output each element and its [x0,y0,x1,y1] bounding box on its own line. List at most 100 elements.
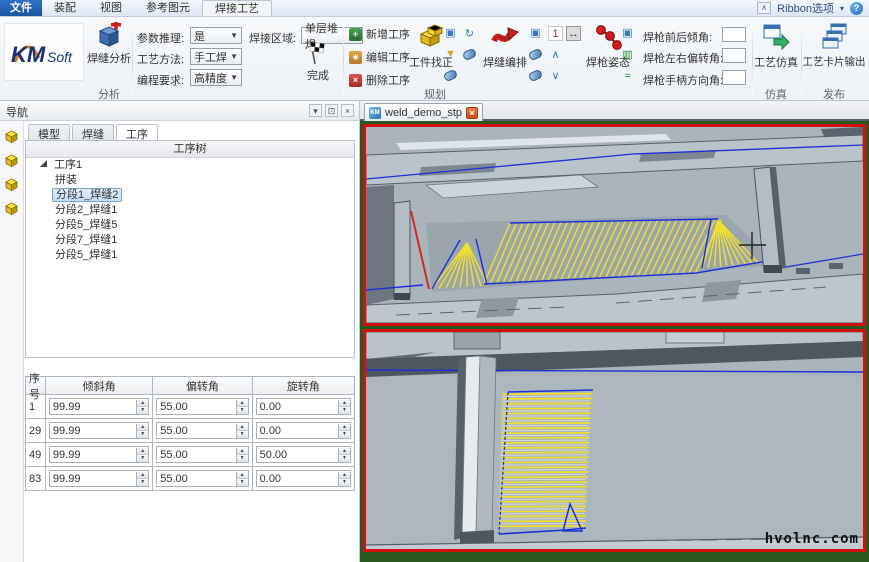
ruler-icon[interactable]: ↔ [566,26,581,41]
tree-node-3[interactable]: 分段5_焊缝5 [26,218,354,233]
nav-strip-cube-icon-0[interactable] [3,127,21,145]
weld-analysis-button[interactable]: 焊缝分析 [88,22,130,66]
menu-tab-4[interactable]: 焊接工艺 [202,0,272,16]
table-header-row: 序号倾斜角偏转角旋转角 [26,377,354,395]
nav-strip-cube-icon-3[interactable] [3,199,21,217]
spin-down-icon[interactable]: ▼ [339,479,350,486]
angle-spinbox[interactable]: 55.00 ▲▼ [156,446,248,463]
ribbon-options-caret-icon[interactable]: ▾ [840,4,844,13]
tree-node-1[interactable]: 分段1_焊缝2 [26,188,354,203]
spin-down-icon[interactable]: ▼ [237,431,248,438]
nav-strip-cube-icon-2[interactable] [3,175,21,193]
pour-icon[interactable]: ▼ [443,47,458,62]
angle-spinbox[interactable]: 0.00 ▲▼ [256,398,351,415]
angle-spinbox[interactable]: 55.00 ▲▼ [156,398,248,415]
chevron-up-icon[interactable]: ∧ [548,48,563,63]
spin-down-icon[interactable]: ▼ [137,431,148,438]
spin-down-icon[interactable]: ▼ [237,479,248,486]
spin-down-icon[interactable]: ▼ [237,407,248,414]
spin-down-icon[interactable]: ▼ [339,407,350,414]
expander-icon[interactable] [40,160,47,167]
rotate-icon[interactable]: ↻ [462,27,477,42]
weld-arrange-button[interactable]: 焊缝编排 [478,22,532,70]
spin-down-icon[interactable]: ▼ [237,455,248,462]
angle-spinbox[interactable]: 0.00 ▲▼ [256,470,351,487]
angle-spinbox[interactable]: 50.00 ▲▼ [256,446,351,463]
navigator-title: 导航 [6,107,28,119]
weld-bead-icon[interactable] [462,48,478,62]
table-row: 1 99.99 ▲▼ 55.00 ▲▼ 0.00 ▲▼ [26,395,354,419]
angle-spinbox[interactable]: 99.99 ▲▼ [49,470,149,487]
gun-angle1-input[interactable] [722,27,746,42]
snapshot-icon[interactable]: ▣ [620,26,635,41]
spin-up-icon[interactable]: ▲ [137,400,148,407]
angle-spinbox[interactable]: 55.00 ▲▼ [156,422,248,439]
gun-angle2-label: 焊枪左右偏转角: [643,50,723,66]
angle-spinbox[interactable]: 0.00 ▲▼ [256,422,351,439]
weld-bead-icon[interactable] [528,69,544,83]
finish-button[interactable]: 完成 [296,41,340,83]
document-tab[interactable]: KM weld_demo_stp × [364,103,483,121]
index-one-icon[interactable]: 1 [548,26,563,41]
ribbon-options-label[interactable]: Ribbon选项 [777,0,834,16]
panel-dropdown-icon[interactable]: ▾ [309,104,322,117]
curve-icon[interactable]: ≈ [620,69,635,84]
spin-up-icon[interactable]: ▲ [137,472,148,479]
tree-node-2[interactable]: 分段2_焊缝1 [26,203,354,218]
spin-down-icon[interactable]: ▼ [339,455,350,462]
document-close-icon[interactable]: × [466,107,478,119]
spin-up-icon[interactable]: ▲ [237,424,248,431]
program-req-combo[interactable]: 高精度▼ [190,69,242,86]
panel-close-icon[interactable]: × [341,104,354,117]
row-number: 1 [26,395,46,418]
spin-up-icon[interactable]: ▲ [137,424,148,431]
spin-up-icon[interactable]: ▲ [339,472,350,479]
spin-down-icon[interactable]: ▼ [137,455,148,462]
menu-tab-2[interactable]: 视图 [88,0,134,16]
chevron-down-icon[interactable]: ∨ [548,69,563,84]
process-method-combo[interactable]: 手工焊▼ [190,48,242,65]
angle-spinbox[interactable]: 99.99 ▲▼ [49,422,149,439]
panel-pin-icon[interactable]: ⊡ [325,104,338,117]
angle-spinbox[interactable]: 99.99 ▲▼ [49,446,149,463]
add-process-button[interactable]: + 新增工序 [349,26,410,42]
spin-up-icon[interactable]: ▲ [237,400,248,407]
edit-process-button[interactable]: ∗ 编辑工序 [349,49,410,65]
weld-path-pattern-bottom [499,394,592,527]
spin-up-icon[interactable]: ▲ [339,448,350,455]
param-inference-combo[interactable]: 是▼ [190,27,242,44]
snapshot-icon[interactable]: ▣ [528,26,543,41]
process-tree-header: 工序树 [26,141,354,158]
menu-tab-0[interactable]: 文件 [0,0,42,16]
help-icon[interactable]: ? [850,2,863,15]
viewport-top[interactable] [363,124,866,326]
spin-down-icon[interactable]: ▼ [137,479,148,486]
simulate-button[interactable]: 工艺仿真 [753,22,799,70]
spin-up-icon[interactable]: ▲ [339,424,350,431]
spin-up-icon[interactable]: ▲ [237,472,248,479]
nav-strip-cube-icon-1[interactable] [3,151,21,169]
ribbon-collapse-icon[interactable]: ∧ [757,2,771,14]
gun-angle2-input[interactable] [722,48,746,63]
delete-process-icon: × [349,74,362,87]
gun-angle3-input[interactable] [722,70,746,85]
angle-spinbox[interactable]: 99.99 ▲▼ [49,398,149,415]
weld-bead-icon[interactable] [443,69,459,83]
spin-up-icon[interactable]: ▲ [137,448,148,455]
library-icon[interactable]: ▥ [620,48,635,63]
tree-node-root[interactable]: 工序1 [26,158,354,173]
menu-tab-3[interactable]: 参考图元 [134,0,202,16]
viewport-bottom[interactable]: hvolnc.com [363,329,866,552]
spin-up-icon[interactable]: ▲ [237,448,248,455]
tree-node-4[interactable]: 分段7_焊缝1 [26,233,354,248]
angle-spinbox[interactable]: 55.00 ▲▼ [156,470,248,487]
card-output-button[interactable]: 工艺卡片输出 [802,22,866,69]
workpiece-align-icon [416,22,446,52]
spin-down-icon[interactable]: ▼ [339,431,350,438]
tree-node-5[interactable]: 分段5_焊缝1 [26,248,354,263]
snapshot-icon[interactable]: ▣ [443,26,458,41]
spin-up-icon[interactable]: ▲ [339,400,350,407]
menu-tab-1[interactable]: 装配 [42,0,88,16]
tree-node-0[interactable]: 拼装 [26,173,354,188]
spin-down-icon[interactable]: ▼ [137,407,148,414]
